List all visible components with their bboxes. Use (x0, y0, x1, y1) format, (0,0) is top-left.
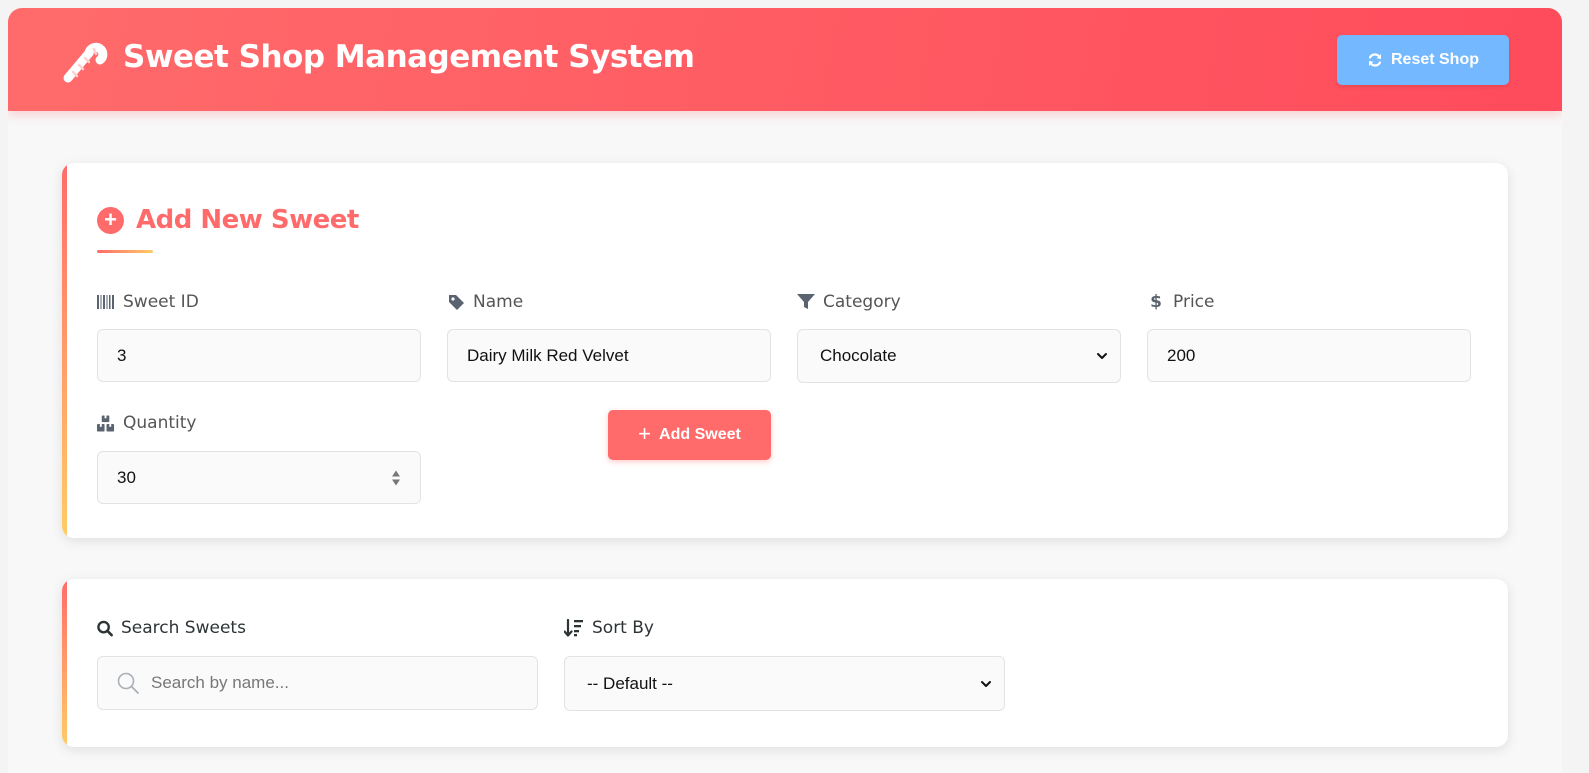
search-label-text: Search Sweets (121, 618, 246, 638)
filter-icon (797, 293, 815, 311)
add-sweet-card: + Add New Sweet Sweet ID 3 Name Dairy Mi… (62, 163, 1508, 538)
add-sweet-title: Add New Sweet (136, 205, 359, 235)
sort-label-text: Sort By (592, 618, 654, 638)
category-label: Category (797, 292, 901, 312)
app-title: Sweet Shop Management System (123, 39, 695, 75)
price-label-text: Price (1173, 292, 1215, 312)
category-value: Chocolate (820, 346, 897, 365)
price-value: 200 (1167, 345, 1196, 365)
quantity-stepper[interactable]: 30 (97, 451, 421, 504)
quantity-label-text: Quantity (123, 413, 197, 433)
name-input[interactable]: Dairy Milk Red Velvet (447, 329, 771, 382)
sort-select[interactable]: -- Default -- (564, 656, 1005, 711)
sort-label: Sort By (564, 618, 654, 638)
name-label-text: Name (473, 292, 524, 312)
candy-cane-icon (63, 42, 108, 83)
search-label: Search Sweets (97, 618, 246, 638)
title-underline (97, 250, 153, 253)
quantity-label: Quantity (97, 413, 196, 433)
sort-value: -- Default -- (587, 673, 673, 693)
magnifier-icon (117, 672, 139, 694)
search-icon (97, 619, 113, 637)
dollar-icon: $ (1150, 292, 1162, 312)
chevron-down-icon (981, 680, 991, 687)
tag-icon (447, 293, 465, 311)
sweet-id-label: Sweet ID (97, 292, 199, 312)
reset-shop-label: Reset Shop (1390, 51, 1479, 68)
sweet-id-label-text: Sweet ID (123, 292, 199, 312)
search-sort-card: Search Sweets Search by name... Sort By … (62, 579, 1508, 747)
add-sweet-button[interactable]: + Add Sweet (608, 410, 771, 460)
name-label: Name (447, 292, 523, 312)
sync-icon (1368, 53, 1382, 67)
barcode-icon (97, 293, 115, 311)
reset-shop-button[interactable]: Reset Shop (1337, 35, 1509, 85)
boxes-icon (97, 414, 115, 432)
add-sweet-button-label: Add Sweet (659, 426, 741, 443)
quantity-value: 30 (117, 467, 136, 487)
chevron-down-icon (1097, 353, 1107, 359)
price-label: $ Price (1147, 292, 1214, 312)
search-placeholder: Search by name... (151, 673, 289, 692)
category-label-text: Category (823, 292, 901, 312)
plus-circle-icon: + (97, 206, 124, 234)
sweet-id-input[interactable]: 3 (97, 329, 421, 382)
stepper-arrows-icon[interactable] (392, 470, 400, 485)
category-select[interactable]: Chocolate (797, 329, 1121, 383)
app-window: Sweet Shop Management System Reset Shop … (8, 8, 1562, 773)
sweet-id-value: 3 (117, 345, 127, 365)
price-input[interactable]: 200 (1147, 329, 1471, 382)
name-value: Dairy Milk Red Velvet (467, 345, 629, 365)
plus-icon: + (638, 421, 652, 446)
add-sweet-heading: + Add New Sweet (97, 205, 359, 235)
app-header: Sweet Shop Management System Reset Shop (8, 8, 1562, 111)
search-input[interactable]: Search by name... (97, 656, 538, 710)
sort-amount-down-icon (564, 619, 584, 637)
